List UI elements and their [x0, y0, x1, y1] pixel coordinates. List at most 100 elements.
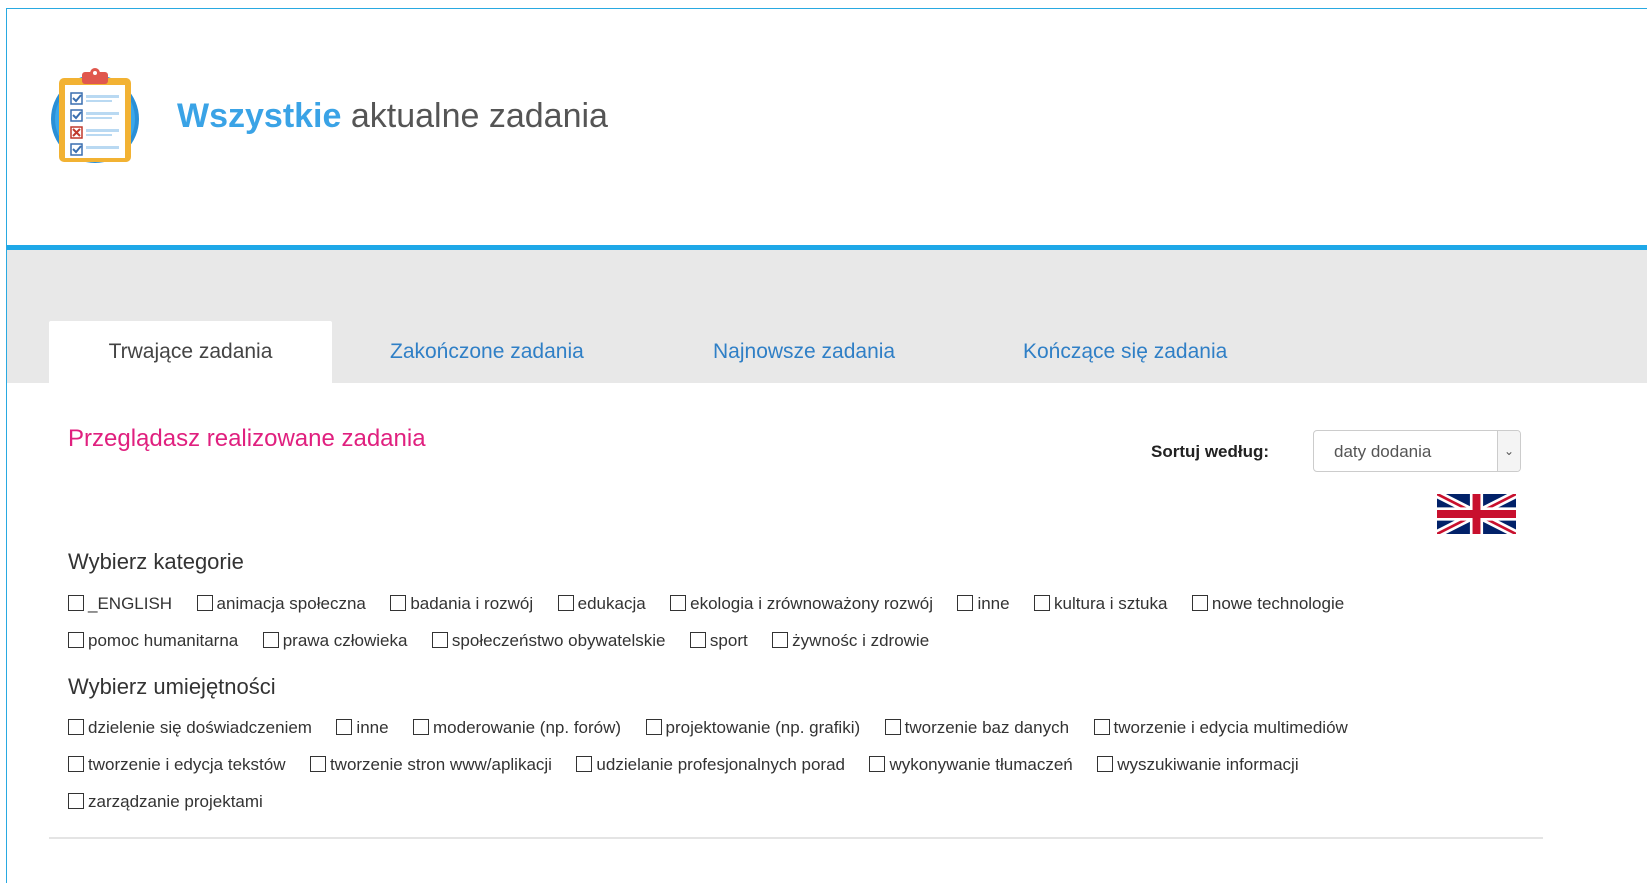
checkbox-box[interactable]: [557, 595, 574, 611]
sort-select-value: daty dodania: [1334, 442, 1432, 461]
sort-select[interactable]: daty dodania ⌄: [1313, 430, 1521, 472]
category-checkbox[interactable]: badania i rozwój: [390, 594, 533, 614]
checkbox-box[interactable]: [68, 595, 84, 611]
sort-label: Sortuj według:: [1151, 442, 1270, 461]
checkbox-box[interactable]: [68, 719, 84, 735]
skill-checkbox[interactable]: tworzenie i edycia multimediów: [1093, 718, 1348, 738]
skills-row-3: zarządzanie projektami: [68, 792, 283, 816]
skill-checkbox[interactable]: wyszukiwanie informacji: [1097, 755, 1299, 775]
checkbox-label: społeczeństwo obywatelskie: [451, 631, 666, 650]
categories-row-2: pomoc humanitarna prawa człowieka społec…: [68, 631, 949, 655]
tab-finished-tasks[interactable]: Zakończone zadania: [390, 321, 584, 383]
checkbox-box[interactable]: [68, 632, 84, 648]
checkbox-box[interactable]: [1034, 595, 1051, 611]
checkbox-label: projektowanie (np. grafiki): [665, 718, 861, 737]
checkbox-box[interactable]: [576, 756, 593, 772]
skill-checkbox[interactable]: dzielenie się doświadczeniem: [68, 718, 312, 738]
tab-content: Przeglądasz realizowane zadania Sortuj w…: [7, 383, 1647, 883]
checkbox-box[interactable]: [431, 632, 448, 648]
checkbox-box[interactable]: [869, 756, 886, 772]
skill-checkbox[interactable]: tworzenie baz danych: [884, 718, 1070, 738]
page-frame: Wszystkie aktualne zadania Trwające zada…: [6, 8, 1647, 883]
category-checkbox[interactable]: ekologia i zrównoważony rozwój: [670, 594, 933, 614]
page-title-rest: aktualne zadania: [341, 97, 608, 135]
checkbox-box[interactable]: [413, 719, 430, 735]
categories-row-1: _ENGLISH animacja społeczna badania i ro…: [68, 594, 1364, 618]
category-checkbox[interactable]: inne: [957, 594, 1010, 614]
section-subtitle: Przeglądasz realizowane zadania: [68, 425, 426, 452]
page-title: Wszystkie aktualne zadania: [177, 97, 608, 136]
checkbox-box[interactable]: [1097, 756, 1114, 772]
checkbox-label: prawa człowieka: [282, 631, 408, 650]
category-checkbox[interactable]: pomoc humanitarna: [68, 631, 238, 651]
category-checkbox[interactable]: animacja społeczna: [196, 594, 366, 614]
categories-heading: Wybierz kategorie: [68, 549, 244, 574]
uk-flag-icon[interactable]: [1437, 494, 1516, 534]
category-checkbox[interactable]: nowe technologie: [1191, 594, 1345, 614]
category-checkbox[interactable]: edukacja: [557, 594, 646, 614]
checkbox-label: kultura i sztuka: [1054, 594, 1168, 613]
checkbox-box[interactable]: [196, 595, 213, 611]
skill-checkbox[interactable]: moderowanie (np. forów): [413, 718, 621, 738]
checkbox-box[interactable]: [1191, 595, 1208, 611]
skills-heading: Wybierz umiejętności: [68, 674, 276, 699]
checkbox-label: sport: [709, 631, 748, 650]
checkbox-box[interactable]: [68, 756, 84, 772]
checkbox-box[interactable]: [689, 632, 706, 648]
skill-checkbox[interactable]: zarządzanie projektami: [68, 792, 263, 812]
checkbox-label: _ENGLISH: [88, 594, 173, 613]
tab-ongoing-tasks[interactable]: Trwające zadania: [49, 321, 332, 383]
skill-checkbox[interactable]: tworzenie stron www/aplikacji: [309, 755, 552, 775]
checkbox-label: tworzenie baz danych: [904, 718, 1070, 737]
skill-checkbox[interactable]: wykonywanie tłumaczeń: [869, 755, 1073, 775]
checkbox-box[interactable]: [884, 719, 901, 735]
checkbox-label: zarządzanie projektami: [88, 792, 263, 811]
skill-checkbox[interactable]: tworzenie i edycja tekstów: [68, 755, 285, 775]
category-checkbox[interactable]: sport: [689, 631, 748, 651]
tab-newest-tasks[interactable]: Najnowsze zadania: [713, 321, 895, 383]
chevron-down-icon[interactable]: ⌄: [1497, 431, 1520, 471]
checkbox-label: tworzenie i edycia multimediów: [1113, 718, 1348, 737]
checkbox-label: udzielanie profesjonalnych porad: [596, 755, 845, 774]
content-divider: [49, 837, 1543, 839]
clipboard-checklist-icon: [51, 68, 139, 163]
skill-checkbox[interactable]: projektowanie (np. grafiki): [645, 718, 861, 738]
checkbox-label: tworzenie i edycja tekstów: [88, 755, 286, 774]
checkbox-box[interactable]: [68, 793, 84, 809]
checkbox-box[interactable]: [390, 595, 407, 611]
checkbox-box[interactable]: [957, 595, 974, 611]
category-checkbox[interactable]: społeczeństwo obywatelskie: [431, 631, 666, 651]
checkbox-label: inne: [356, 718, 389, 737]
checkbox-label: wykonywanie tłumaczeń: [889, 755, 1073, 774]
checkbox-label: nowe technologie: [1211, 594, 1345, 613]
checkbox-label: tworzenie stron www/aplikacji: [329, 755, 552, 774]
checkbox-label: ekologia i zrównoważony rozwój: [690, 594, 933, 613]
checkbox-label: badania i rozwój: [410, 594, 534, 613]
checkbox-label: żywnośc i zdrowie: [792, 631, 930, 650]
checkbox-label: edukacja: [577, 594, 646, 613]
page-header: Wszystkie aktualne zadania: [7, 9, 1647, 245]
checkbox-label: animacja społeczna: [216, 594, 366, 613]
category-checkbox[interactable]: _ENGLISH: [68, 594, 172, 614]
checkbox-box[interactable]: [1093, 719, 1110, 735]
checkbox-box[interactable]: [645, 719, 662, 735]
checkbox-label: pomoc humanitarna: [88, 631, 239, 650]
checkbox-box[interactable]: [772, 632, 789, 648]
skills-row-1: dzielenie się doświadczeniem inne modero…: [68, 718, 1368, 742]
checkbox-label: dzielenie się doświadczeniem: [88, 718, 312, 737]
skill-checkbox[interactable]: udzielanie profesjonalnych porad: [576, 755, 845, 775]
page-title-highlight: Wszystkie: [177, 97, 342, 135]
tab-ending-tasks[interactable]: Kończące się zadania: [1023, 321, 1227, 383]
category-checkbox[interactable]: prawa człowieka: [262, 631, 408, 651]
checkbox-label: moderowanie (np. forów): [433, 718, 622, 737]
checkbox-box[interactable]: [670, 595, 687, 611]
checkbox-label: inne: [977, 594, 1010, 613]
skill-checkbox[interactable]: inne: [336, 718, 389, 738]
checkbox-box[interactable]: [336, 719, 353, 735]
category-checkbox[interactable]: kultura i sztuka: [1034, 594, 1167, 614]
checkbox-box[interactable]: [309, 756, 326, 772]
checkbox-box[interactable]: [262, 632, 279, 648]
checkbox-label: wyszukiwanie informacji: [1117, 755, 1299, 774]
category-checkbox[interactable]: żywnośc i zdrowie: [772, 631, 929, 651]
skills-row-2: tworzenie i edycja tekstów tworzenie str…: [68, 755, 1319, 779]
